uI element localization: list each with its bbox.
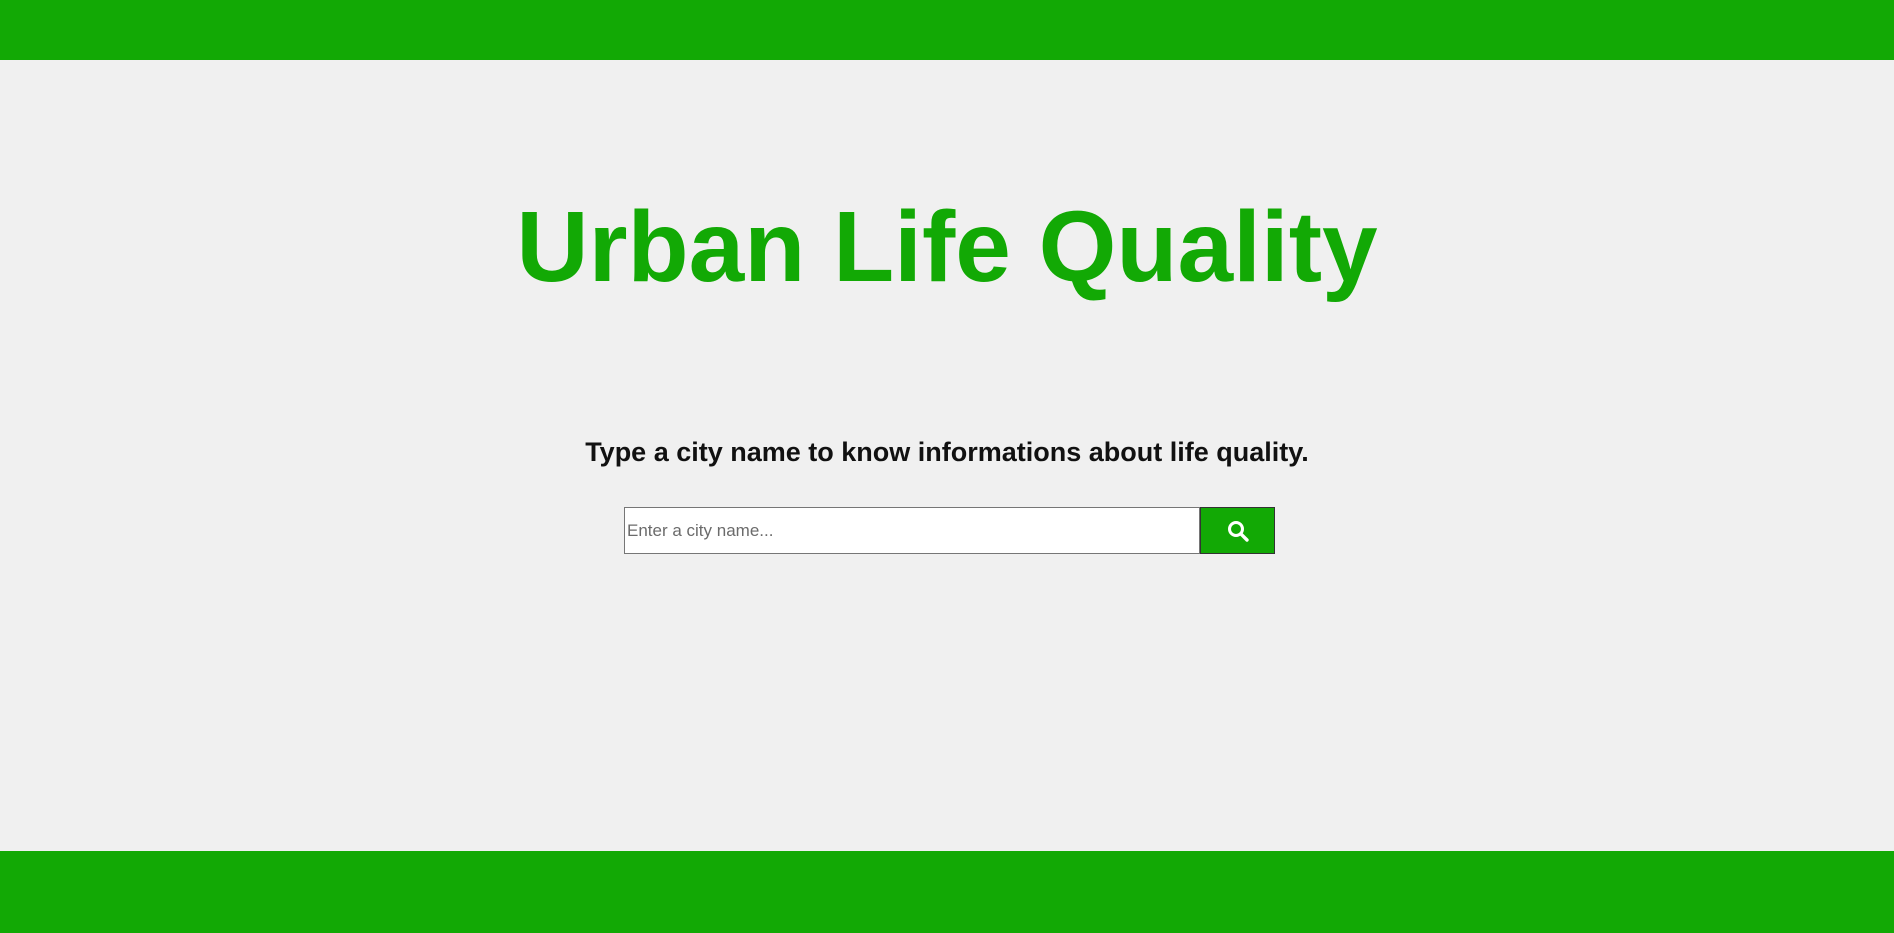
page-title: Urban Life Quality (516, 191, 1378, 303)
search-button[interactable] (1200, 507, 1275, 554)
search-form (624, 507, 1275, 554)
footer-bar (0, 851, 1894, 933)
page: Urban Life Quality Type a city name to k… (0, 0, 1894, 933)
header-bar (0, 0, 1894, 60)
search-instructions: Type a city name to know informations ab… (585, 437, 1309, 467)
city-search-input[interactable] (624, 507, 1200, 554)
search-icon (1227, 520, 1249, 542)
